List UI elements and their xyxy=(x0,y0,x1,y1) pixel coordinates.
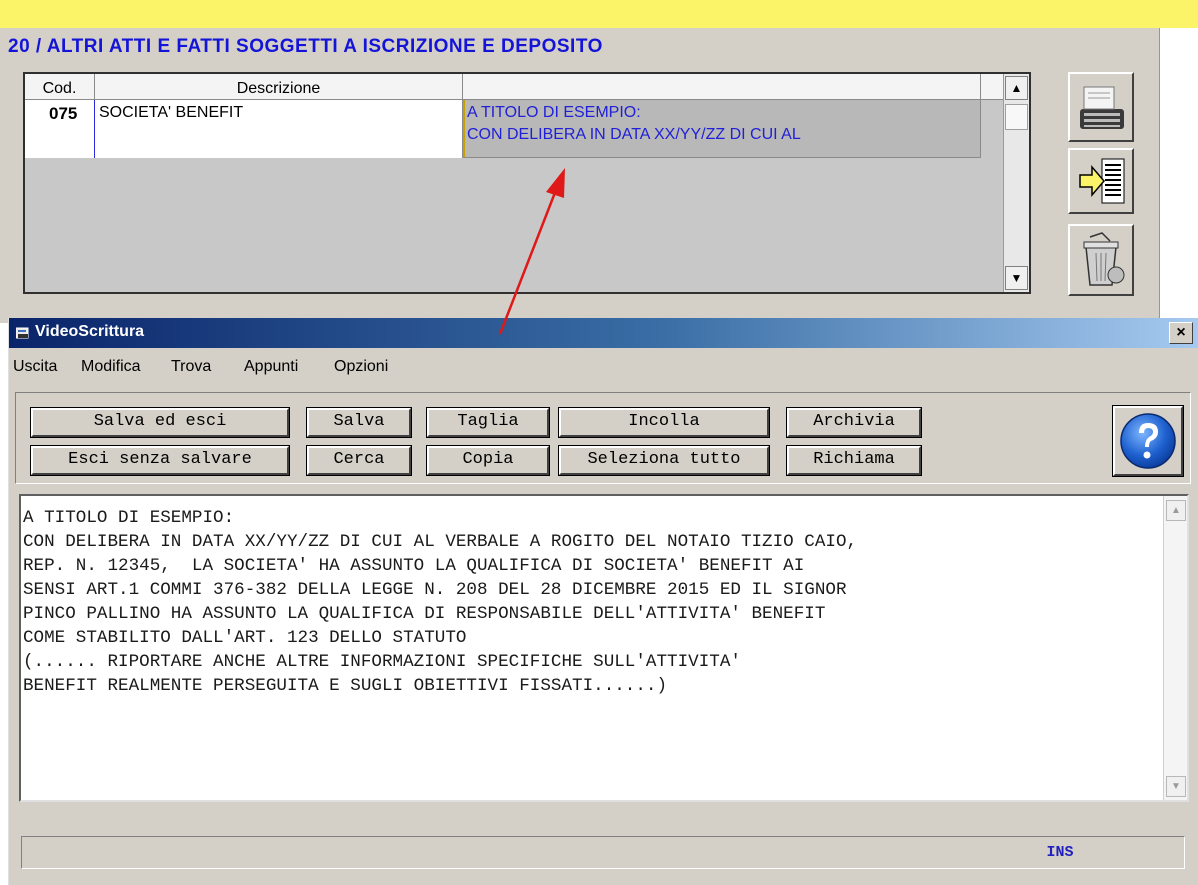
accent-strip xyxy=(0,0,1198,28)
insert-text-button[interactable] xyxy=(1068,148,1134,214)
dialog-title: VideoScrittura xyxy=(35,323,145,340)
atti-table: Cod. Descrizione 075 SOCIETA' BENEFIT A … xyxy=(23,72,1031,294)
cerca-button[interactable]: Cerca xyxy=(306,445,412,476)
memo-line: CON DELIBERA IN DATA XX/YY/ZZ DI CUI AL xyxy=(467,126,801,143)
menu-modifica[interactable]: Modifica xyxy=(81,358,141,376)
delete-button[interactable] xyxy=(1068,224,1134,296)
scroll-up-icon[interactable]: ▲ xyxy=(1166,500,1186,521)
scroll-thumb[interactable] xyxy=(1005,104,1028,130)
typewriter-icon xyxy=(1080,86,1124,129)
editor-line: SENSI ART.1 COMMI 376-382 DELLA LEGGE N.… xyxy=(23,580,847,600)
help-question-icon xyxy=(1120,413,1176,469)
editor-line: COME STABILITO DALL'ART. 123 DELLO STATU… xyxy=(23,628,467,648)
seleziona-tutto-button[interactable]: Seleziona tutto xyxy=(558,445,770,476)
dialog-titlebar[interactable]: VideoScrittura × xyxy=(9,318,1198,348)
cell-memo[interactable]: A TITOLO DI ESEMPIO: CON DELIBERA IN DAT… xyxy=(463,100,981,158)
insert-mode-indicator: INS xyxy=(1046,844,1074,861)
videoscrittura-dialog: VideoScrittura × Uscita Modifica Trova A… xyxy=(8,318,1198,885)
table-scrollbar[interactable]: ▲ ▼ xyxy=(1003,74,1029,292)
editor-line: CON DELIBERA IN DATA XX/YY/ZZ DI CUI AL … xyxy=(23,532,858,552)
table-row[interactable]: 075 SOCIETA' BENEFIT A TITOLO DI ESEMPIO… xyxy=(25,100,1029,158)
section-title: 20 / ALTRI ATTI E FATTI SOGGETTI A ISCRI… xyxy=(8,36,603,57)
close-icon[interactable]: × xyxy=(1169,322,1193,344)
typewriter-button[interactable] xyxy=(1068,72,1134,142)
text-editor[interactable]: A TITOLO DI ESEMPIO: CON DELIBERA IN DAT… xyxy=(19,494,1189,802)
editor-line: BENEFIT REALMENTE PERSEGUITA E SUGLI OBI… xyxy=(23,676,668,696)
cell-descrizione[interactable]: SOCIETA' BENEFIT xyxy=(95,100,463,158)
salva-button[interactable]: Salva xyxy=(306,407,412,438)
memo-line: A TITOLO DI ESEMPIO: xyxy=(467,104,641,121)
taglia-button[interactable]: Taglia xyxy=(426,407,550,438)
cell-cod[interactable]: 075 xyxy=(25,100,95,158)
scroll-down-icon[interactable]: ▼ xyxy=(1166,776,1186,797)
esci-senza-salvare-button[interactable]: Esci senza salvare xyxy=(30,445,290,476)
status-bar: INS xyxy=(21,836,1185,869)
menu-trova[interactable]: Trova xyxy=(171,358,211,376)
scroll-up-icon[interactable]: ▲ xyxy=(1005,76,1028,100)
menu-opzioni[interactable]: Opzioni xyxy=(334,358,388,376)
help-button[interactable] xyxy=(1112,405,1184,477)
column-header-descrizione[interactable]: Descrizione xyxy=(95,74,463,100)
scroll-down-icon[interactable]: ▼ xyxy=(1005,266,1028,290)
editor-line: A TITOLO DI ESEMPIO: xyxy=(23,508,235,528)
incolla-button[interactable]: Incolla xyxy=(558,407,770,438)
insert-arrow-icon xyxy=(1079,158,1125,204)
menu-uscita[interactable]: Uscita xyxy=(13,358,57,376)
salva-ed-esci-button[interactable]: Salva ed esci xyxy=(30,407,290,438)
menu-appunti[interactable]: Appunti xyxy=(244,358,298,376)
editor-content[interactable]: A TITOLO DI ESEMPIO: CON DELIBERA IN DAT… xyxy=(23,506,1153,698)
window-app-icon xyxy=(16,327,29,339)
table-header: Cod. Descrizione xyxy=(25,74,1029,100)
richiama-button[interactable]: Richiama xyxy=(786,445,922,476)
column-header-memo[interactable] xyxy=(463,74,981,100)
column-header-cod[interactable]: Cod. xyxy=(25,74,95,100)
copia-button[interactable]: Copia xyxy=(426,445,550,476)
archivia-button[interactable]: Archivia xyxy=(786,407,922,438)
trash-bin-icon xyxy=(1083,232,1125,286)
editor-line: REP. N. 12345, LA SOCIETA' HA ASSUNTO LA… xyxy=(23,556,805,576)
editor-line: PINCO PALLINO HA ASSUNTO LA QUALIFICA DI… xyxy=(23,604,826,624)
editor-scrollbar[interactable]: ▲ ▼ xyxy=(1163,496,1187,800)
editor-line: (...... RIPORTARE ANCHE ALTRE INFORMAZIO… xyxy=(23,652,741,672)
